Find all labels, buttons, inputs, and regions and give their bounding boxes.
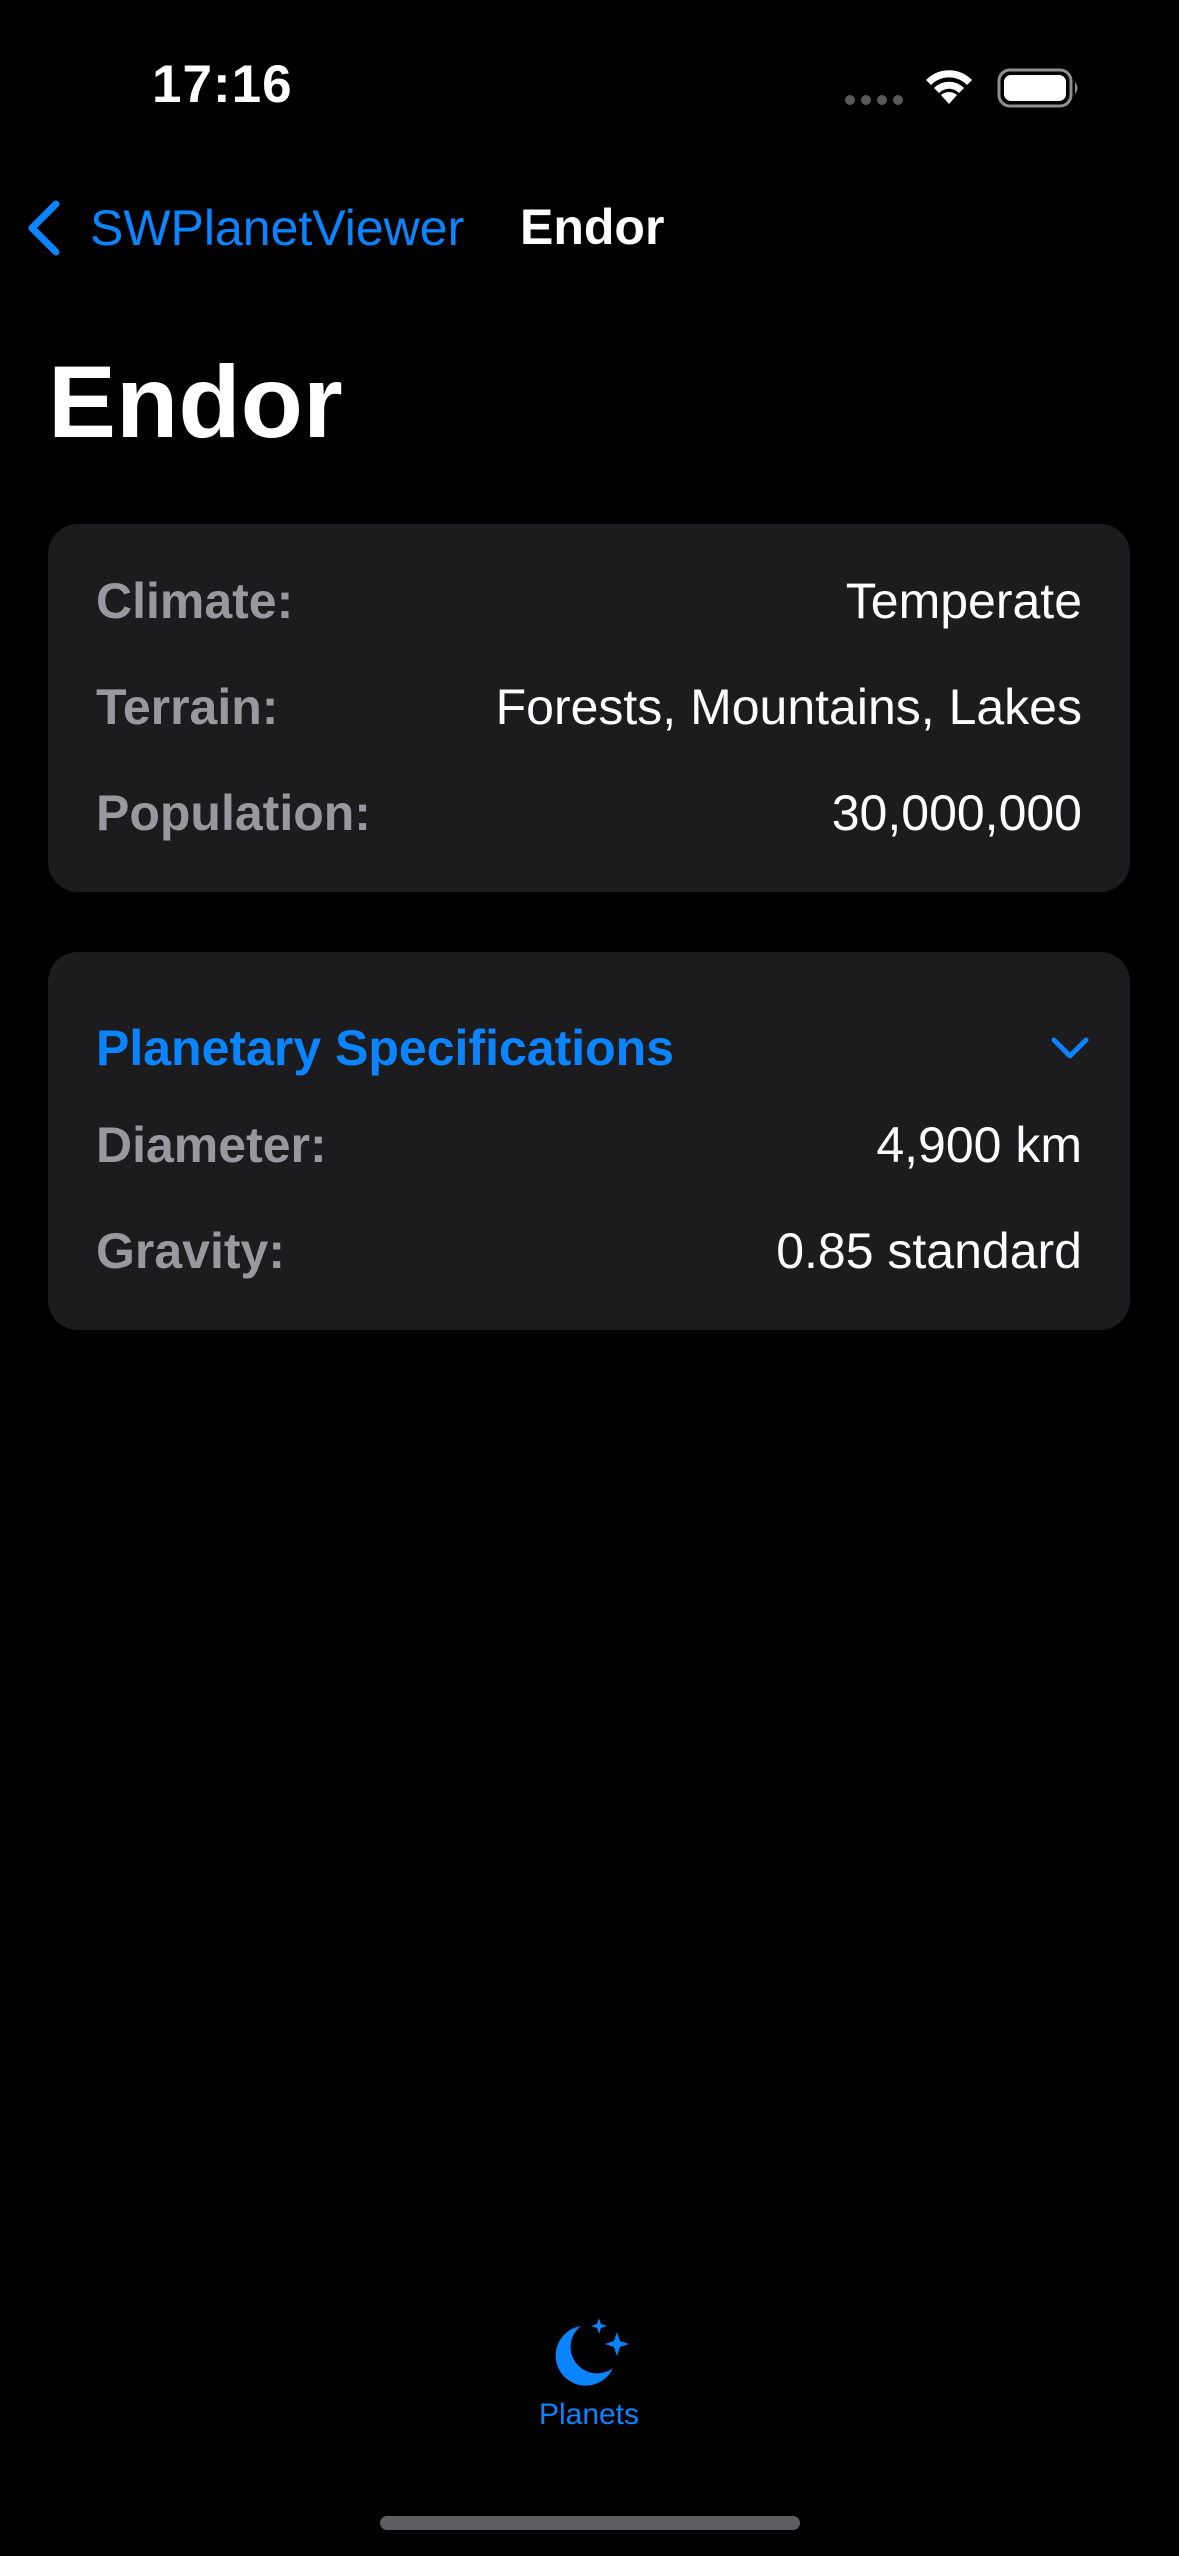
diameter-row: Diameter: 4,900 km bbox=[96, 1110, 1082, 1180]
terrain-value: Forests, Mountains, Lakes bbox=[495, 679, 1082, 735]
population-label: Population: bbox=[96, 785, 371, 841]
population-value: 30,000,000 bbox=[831, 785, 1082, 841]
planetary-specifications-card: Planetary Specifications Diameter: 4,900… bbox=[48, 952, 1130, 1330]
climate-value: Temperate bbox=[845, 573, 1082, 629]
wifi-icon bbox=[926, 70, 972, 104]
planet-info-card: Climate: Temperate Terrain: Forests, Mou… bbox=[48, 524, 1130, 892]
terrain-label: Terrain: bbox=[96, 679, 279, 735]
gravity-value: 0.85 standard bbox=[776, 1223, 1082, 1279]
climate-label: Climate: bbox=[96, 573, 294, 629]
gravity-row: Gravity: 0.85 standard bbox=[96, 1216, 1082, 1286]
chevron-left-icon bbox=[28, 200, 60, 256]
terrain-row: Terrain: Forests, Mountains, Lakes bbox=[96, 672, 1082, 742]
tab-planets-label: Planets bbox=[538, 2398, 640, 2431]
climate-row: Climate: Temperate bbox=[96, 566, 1082, 636]
page-title: Endor bbox=[48, 345, 343, 459]
back-button[interactable]: SWPlanetViewer bbox=[24, 188, 464, 268]
home-indicator[interactable] bbox=[380, 2516, 800, 2530]
tab-planets[interactable]: Planets bbox=[489, 2310, 689, 2450]
disclosure-title: Planetary Specifications bbox=[96, 1020, 675, 1076]
diameter-label: Diameter: bbox=[96, 1117, 327, 1173]
gravity-label: Gravity: bbox=[96, 1223, 285, 1279]
status-time: 17:16 bbox=[152, 55, 293, 114]
back-button-label: SWPlanetViewer bbox=[90, 200, 465, 256]
cellular-signal-icon bbox=[845, 95, 903, 105]
moon-stars-icon bbox=[555, 2318, 629, 2386]
battery-icon bbox=[997, 68, 1078, 108]
diameter-value: 4,900 km bbox=[876, 1117, 1082, 1173]
nav-title: Endor bbox=[520, 199, 665, 255]
planetary-specifications-disclosure[interactable]: Planetary Specifications bbox=[96, 1008, 1090, 1088]
population-row: Population: 30,000,000 bbox=[96, 778, 1082, 848]
chevron-down-icon bbox=[1051, 1037, 1089, 1059]
